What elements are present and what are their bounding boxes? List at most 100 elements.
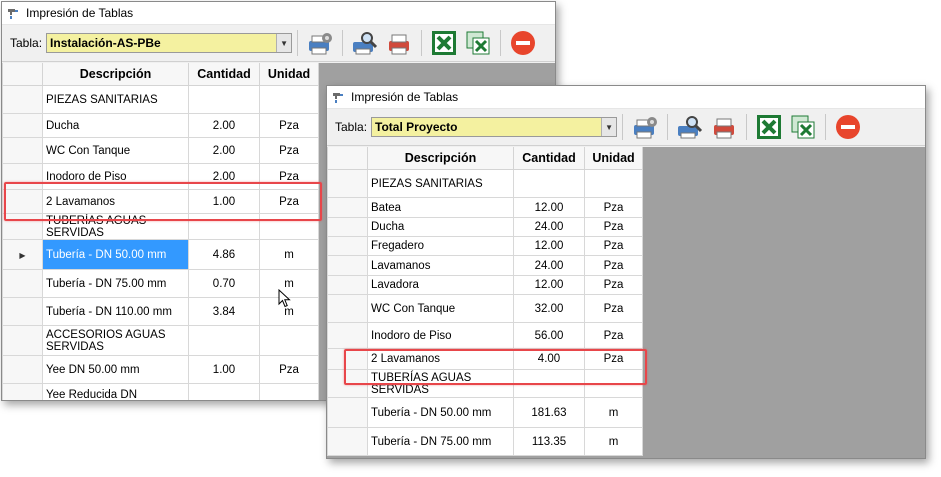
excel-export-alt-button[interactable] xyxy=(463,29,493,57)
cell-quantity[interactable]: 2.00 xyxy=(188,113,260,138)
cell-description[interactable]: Fregadero xyxy=(367,236,514,256)
cell-description[interactable]: Inodoro de Piso xyxy=(367,322,514,349)
cell-description[interactable]: WC Con Tanque xyxy=(42,137,189,164)
excel-export-alt-button[interactable] xyxy=(788,113,818,141)
print-button[interactable] xyxy=(384,29,414,57)
cell-quantity[interactable]: 2.00 xyxy=(188,137,260,164)
cell-quantity[interactable]: 12.00 xyxy=(513,275,585,295)
cell-unit[interactable] xyxy=(584,169,643,198)
row-header[interactable] xyxy=(327,255,368,276)
row-header[interactable] xyxy=(327,322,368,349)
table-row[interactable]: PIEZAS SANITARIAS xyxy=(2,85,319,114)
table-row[interactable]: Tubería - DN 50.00 mm 181.63 m xyxy=(327,397,643,428)
cell-description[interactable]: Batea xyxy=(367,197,514,218)
row-header[interactable]: ▶ xyxy=(2,239,43,270)
column-header-description[interactable]: Descripción xyxy=(367,147,514,170)
cell-quantity[interactable]: 0.70 xyxy=(188,269,260,298)
table-row[interactable]: Inodoro de Piso 56.00 Pza xyxy=(327,322,643,349)
cell-unit[interactable]: Pza xyxy=(584,197,643,218)
cell-description[interactable]: PIEZAS SANITARIAS xyxy=(367,169,514,198)
table-row[interactable]: Tubería - DN 75.00 mm 0.70 m xyxy=(2,269,319,298)
row-header[interactable] xyxy=(327,427,368,456)
table-row[interactable]: WC Con Tanque 32.00 Pza xyxy=(327,294,643,323)
cell-unit[interactable] xyxy=(259,85,319,114)
cell-quantity[interactable] xyxy=(188,383,260,400)
row-header[interactable] xyxy=(2,113,43,138)
row-header[interactable] xyxy=(327,236,368,256)
cell-description[interactable]: Lavamanos xyxy=(367,255,514,276)
close-button[interactable] xyxy=(508,29,538,57)
table-row[interactable]: Tubería - DN 75.00 mm 113.35 m xyxy=(327,427,643,456)
cell-quantity[interactable]: 24.00 xyxy=(513,217,585,237)
cell-unit[interactable]: Pza xyxy=(584,294,643,323)
table-row[interactable]: Lavadora 12.00 Pza xyxy=(327,275,643,295)
cell-unit[interactable]: Pza xyxy=(259,355,319,384)
print-button[interactable] xyxy=(709,113,739,141)
cell-unit[interactable]: Pza xyxy=(584,236,643,256)
table-row[interactable]: Yee Reducida DN xyxy=(2,383,319,400)
table-row[interactable]: PIEZAS SANITARIAS xyxy=(327,169,643,198)
row-header[interactable] xyxy=(327,397,368,428)
cell-quantity[interactable] xyxy=(188,325,260,356)
cell-description[interactable]: Lavadora xyxy=(367,275,514,295)
row-header[interactable] xyxy=(2,383,43,400)
row-header[interactable] xyxy=(327,275,368,295)
table-row[interactable]: Tubería - DN 110.00 mm 3.84 m xyxy=(2,297,319,326)
printer-settings-button[interactable] xyxy=(305,29,335,57)
cell-description[interactable]: Tubería - DN 50.00 mm xyxy=(367,397,514,428)
cell-description[interactable]: Tubería - DN 75.00 mm xyxy=(367,427,514,456)
cell-description[interactable]: WC Con Tanque xyxy=(367,294,514,323)
cell-unit[interactable]: Pza xyxy=(584,217,643,237)
column-header-unit[interactable]: Unidad xyxy=(584,147,643,170)
excel-export-button[interactable] xyxy=(754,113,784,141)
cell-unit[interactable] xyxy=(259,325,319,356)
row-header[interactable] xyxy=(327,217,368,237)
cell-description[interactable]: Tubería - DN 75.00 mm xyxy=(42,269,189,298)
column-header-quantity[interactable]: Cantidad xyxy=(513,147,585,170)
row-header[interactable] xyxy=(2,269,43,298)
cell-description[interactable]: PIEZAS SANITARIAS xyxy=(42,85,189,114)
cell-unit[interactable] xyxy=(259,383,319,400)
row-header[interactable] xyxy=(2,355,43,384)
cell-description[interactable]: Tubería - DN 110.00 mm xyxy=(42,297,189,326)
cell-unit[interactable]: Pza xyxy=(584,275,643,295)
table-row[interactable]: Ducha 24.00 Pza xyxy=(327,217,643,237)
cell-quantity[interactable]: 3.84 xyxy=(188,297,260,326)
cell-quantity[interactable] xyxy=(188,85,260,114)
table-row[interactable]: ACCESORIOS AGUAS SERVIDAS xyxy=(2,325,319,356)
column-header-description[interactable]: Descripción xyxy=(42,63,189,86)
table-select[interactable]: Instalación-AS-PBe ▼ xyxy=(46,33,293,53)
row-header[interactable] xyxy=(2,137,43,164)
table-row[interactable]: Batea 12.00 Pza xyxy=(327,197,643,218)
cell-description[interactable]: Ducha xyxy=(367,217,514,237)
table-select[interactable]: Total Proyecto ▼ xyxy=(371,117,618,137)
cell-description[interactable]: ACCESORIOS AGUAS SERVIDAS xyxy=(42,325,189,356)
cell-description[interactable]: Tubería - DN 50.00 mm xyxy=(42,239,189,270)
cell-description[interactable]: Ducha xyxy=(42,113,189,138)
table-row[interactable]: WC Con Tanque 2.00 Pza xyxy=(2,137,319,164)
cell-quantity[interactable] xyxy=(513,169,585,198)
cell-quantity[interactable]: 24.00 xyxy=(513,255,585,276)
table-row[interactable]: Ducha 2.00 Pza xyxy=(2,113,319,138)
cell-unit[interactable]: Pza xyxy=(259,137,319,164)
row-header[interactable] xyxy=(327,197,368,218)
cell-quantity[interactable]: 113.35 xyxy=(513,427,585,456)
cell-quantity[interactable]: 4.86 xyxy=(188,239,260,270)
cell-quantity[interactable]: 1.00 xyxy=(188,355,260,384)
cell-unit[interactable]: Pza xyxy=(259,113,319,138)
cell-unit[interactable]: Pza xyxy=(584,322,643,349)
table-row[interactable]: Lavamanos 24.00 Pza xyxy=(327,255,643,276)
row-header[interactable] xyxy=(2,325,43,356)
row-header[interactable] xyxy=(2,297,43,326)
chevron-down-icon[interactable]: ▼ xyxy=(276,34,292,52)
print-preview-button[interactable] xyxy=(350,29,380,57)
cell-description[interactable]: Yee Reducida DN xyxy=(42,383,189,400)
column-header-unit[interactable]: Unidad xyxy=(259,63,319,86)
table-row-selected[interactable]: ▶ Tubería - DN 50.00 mm 4.86 m xyxy=(2,239,319,270)
print-preview-button[interactable] xyxy=(675,113,705,141)
row-header[interactable] xyxy=(327,294,368,323)
cell-quantity[interactable]: 56.00 xyxy=(513,322,585,349)
cell-description[interactable]: Yee DN 50.00 mm xyxy=(42,355,189,384)
cell-quantity[interactable]: 181.63 xyxy=(513,397,585,428)
cell-unit[interactable]: Pza xyxy=(584,255,643,276)
